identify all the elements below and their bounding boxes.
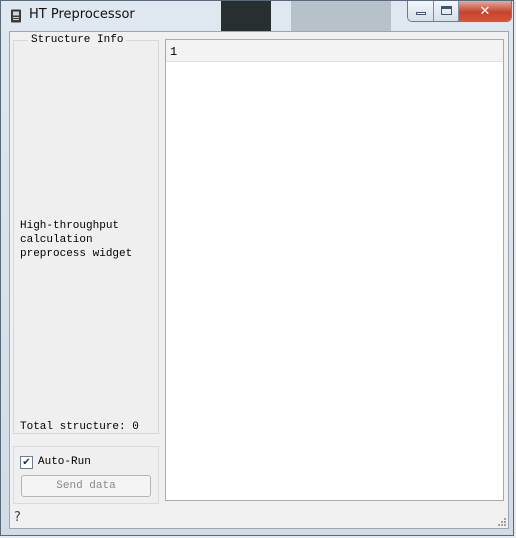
maximize-icon: [441, 6, 452, 15]
minimize-icon: [416, 12, 426, 15]
structure-editor[interactable]: 1: [165, 39, 504, 501]
window-title: HT Preprocessor: [29, 7, 135, 22]
close-icon: ✕: [479, 3, 491, 19]
total-structure-label: Total structure: 0: [20, 421, 139, 433]
minimize-button[interactable]: [408, 1, 434, 21]
auto-run-checkbox[interactable]: ✔: [20, 456, 33, 469]
send-data-button[interactable]: Send data: [21, 475, 151, 497]
maximize-button[interactable]: [434, 1, 459, 21]
resize-grip-icon[interactable]: [498, 518, 506, 526]
app-icon: [11, 9, 21, 23]
auto-run-label[interactable]: Auto-Run: [38, 456, 91, 468]
editor-line[interactable]: 1: [166, 40, 503, 62]
control-box: ✔ Auto-Run Send data: [13, 446, 159, 504]
widget-description: High-throughput calculation preprocess w…: [20, 220, 133, 260]
help-icon[interactable]: ?: [14, 511, 26, 525]
structure-info-group: Structure Info High-throughput calculati…: [13, 34, 159, 434]
title-bar[interactable]: HT Preprocessor ✕: [1, 1, 513, 31]
client-area: Structure Info High-throughput calculati…: [9, 31, 509, 529]
group-title: Structure Info: [28, 34, 127, 46]
caption-buttons: ✕: [407, 1, 512, 22]
app-window: HT Preprocessor ✕ Structure Info High-th…: [0, 0, 514, 536]
close-button[interactable]: ✕: [459, 1, 511, 21]
